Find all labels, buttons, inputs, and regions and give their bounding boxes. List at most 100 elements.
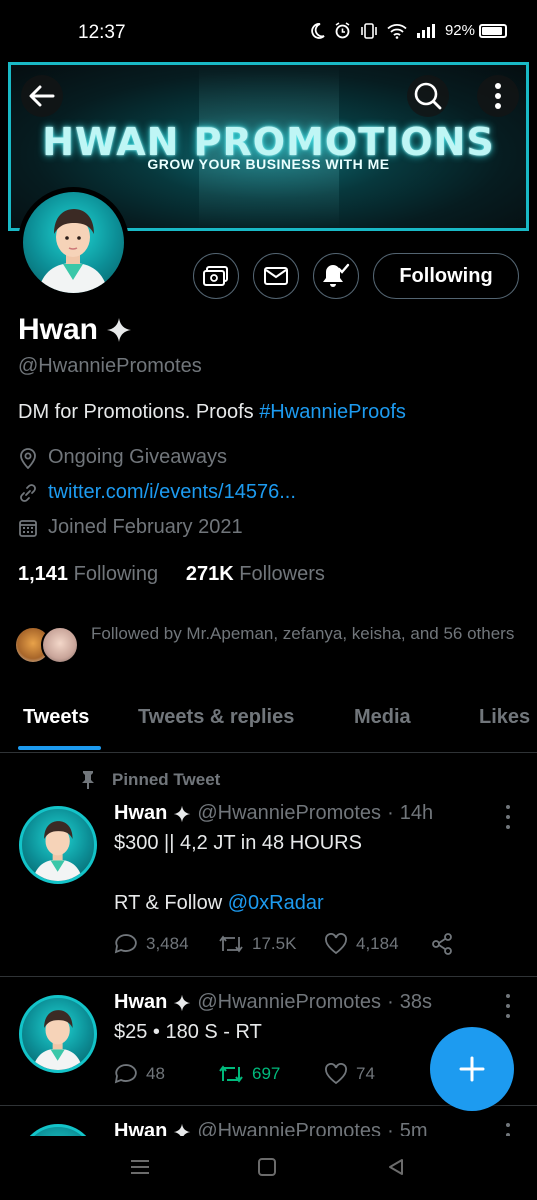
location-text: Ongoing Giveaways [48, 446, 227, 468]
link-icon [20, 483, 36, 502]
pinned-label: Pinned Tweet [112, 770, 221, 789]
more-options-button[interactable] [477, 75, 519, 117]
signal-icon [416, 23, 436, 38]
tweet-time: 5m [399, 1120, 428, 1136]
tweet-more-button[interactable] [500, 805, 516, 829]
reply-icon [114, 1064, 137, 1084]
following-count-link[interactable]: 1,141 Following [18, 563, 158, 585]
back-button[interactable] [21, 75, 63, 117]
battery-icon [479, 23, 507, 38]
followers-count-link[interactable]: 271K Followers [186, 563, 325, 585]
status-time: 12:37 [78, 22, 126, 43]
pin-icon [82, 771, 94, 789]
tweet-avatar[interactable] [19, 1124, 97, 1136]
tab-tweets[interactable]: Tweets [23, 706, 89, 729]
home-button[interactable] [258, 1158, 276, 1181]
tweet-author-name[interactable]: Hwan [114, 1120, 167, 1136]
tweet-avatar[interactable] [19, 995, 97, 1073]
retweet-icon [219, 935, 243, 953]
tab-media[interactable]: Media [354, 706, 411, 729]
reply-button[interactable]: 48 [114, 1063, 218, 1085]
following-button[interactable]: Following [373, 253, 519, 299]
tweet-author-name[interactable]: Hwan [114, 802, 167, 825]
moon-icon [311, 22, 325, 39]
active-tab-indicator [18, 746, 101, 750]
bell-check-icon [323, 263, 350, 287]
bio-hashtag-link[interactable]: #HwannieProofs [259, 401, 406, 423]
profile-name: Hwan [18, 313, 99, 346]
link-row: twitter.com/i/events/14576... [18, 481, 296, 504]
tip-button[interactable] [193, 253, 239, 299]
retweet-icon [219, 1065, 243, 1083]
notifications-button[interactable] [313, 253, 359, 299]
sparkle-icon [174, 1123, 191, 1136]
tab-likes[interactable]: Likes [479, 706, 530, 729]
tweet-author-name[interactable]: Hwan [114, 991, 167, 1014]
location-row: Ongoing Giveaways [18, 446, 227, 469]
tweet-actions: 48 697 74 [114, 1063, 430, 1085]
profile-bio: DM for Promotions. Proofs #HwannieProofs [18, 401, 406, 424]
share-button[interactable] [430, 932, 454, 956]
profile-name-row: Hwan [18, 313, 132, 347]
avatar-illustration [38, 209, 108, 293]
mail-icon [264, 267, 288, 285]
battery-percent: 92% [444, 22, 475, 39]
battery-indicator: 92% [445, 22, 507, 39]
calendar-icon [19, 519, 37, 537]
alarm-icon [334, 22, 351, 39]
followed-by-avatars [14, 626, 84, 664]
pinned-label-row: Pinned Tweet [80, 770, 220, 790]
search-icon [414, 82, 442, 110]
plus-icon [459, 1056, 485, 1082]
tweet-more-button[interactable] [500, 994, 516, 1018]
profile-link[interactable]: twitter.com/i/events/14576... [48, 481, 296, 504]
banner-subtitle: GROW YOUR BUSINESS WITH ME [147, 156, 390, 172]
vibrate-icon [360, 22, 378, 39]
heart-icon [325, 1063, 347, 1085]
follow-counts: 1,141 Following 271K Followers [18, 563, 325, 586]
bio-text: DM for Promotions. Proofs [18, 401, 260, 423]
status-icons: 92% [311, 22, 507, 39]
arrow-left-icon [29, 85, 55, 107]
wifi-icon [387, 23, 407, 39]
sparkle-icon [107, 318, 132, 342]
heart-icon [325, 933, 347, 955]
tweet-item[interactable]: Hwan @HwanniePromotes · 5m [0, 1106, 537, 1136]
money-icon [203, 266, 228, 286]
joined-row: Joined February 2021 [18, 516, 243, 539]
tweet-actions: 3,484 17.5K 4,184 [114, 932, 454, 956]
tweet-avatar[interactable] [19, 806, 97, 884]
tweet-header: Hwan @HwanniePromotes · 14h [114, 802, 434, 825]
search-button[interactable] [407, 75, 449, 117]
tweet-time: 14h [399, 802, 434, 824]
menu-lines-icon [131, 1160, 149, 1174]
profile-handle: @HwanniePromotes [18, 355, 202, 377]
profile-tabs: Tweets Tweets & replies Media Likes [0, 696, 537, 753]
retweet-button[interactable]: 17.5K [218, 934, 324, 954]
profile-avatar[interactable] [18, 187, 129, 298]
tweet-time: 38s [399, 991, 432, 1013]
more-vertical-icon [495, 83, 501, 109]
tweet-mention-link[interactable]: @0xRadar [228, 892, 324, 914]
tweet-text-line1: $300 || 4,2 JT in 48 HOURS [114, 832, 362, 854]
back-nav-button[interactable] [387, 1158, 405, 1181]
retweet-button[interactable]: 697 [218, 1064, 324, 1084]
tweet-header: Hwan @HwanniePromotes · 38s [114, 991, 432, 1014]
location-pin-icon [20, 447, 36, 469]
like-button[interactable]: 4,184 [324, 933, 430, 955]
square-icon [258, 1158, 276, 1176]
recent-apps-button[interactable] [130, 1159, 150, 1180]
followed-by-text: Followed by Mr.Apeman, zefanya, keisha, … [91, 624, 515, 643]
compose-tweet-button[interactable] [430, 1027, 514, 1111]
tab-tweets-replies[interactable]: Tweets & replies [138, 706, 294, 729]
message-button[interactable] [253, 253, 299, 299]
tweet-text-line1: $25 • 180 S - RT [114, 1021, 262, 1043]
tweet-more-button[interactable] [500, 1123, 516, 1136]
tweet-header: Hwan @HwanniePromotes · 5m [114, 1120, 428, 1136]
like-button[interactable]: 74 [324, 1063, 430, 1085]
tweet-item[interactable]: Pinned Tweet Hwan @HwanniePromotes · 14h… [0, 754, 537, 976]
joined-text: Joined February 2021 [48, 516, 243, 538]
tweet-author-handle: @HwanniePromotes [197, 802, 382, 824]
status-bar: 12:37 92% [0, 0, 537, 64]
reply-button[interactable]: 3,484 [114, 933, 218, 955]
